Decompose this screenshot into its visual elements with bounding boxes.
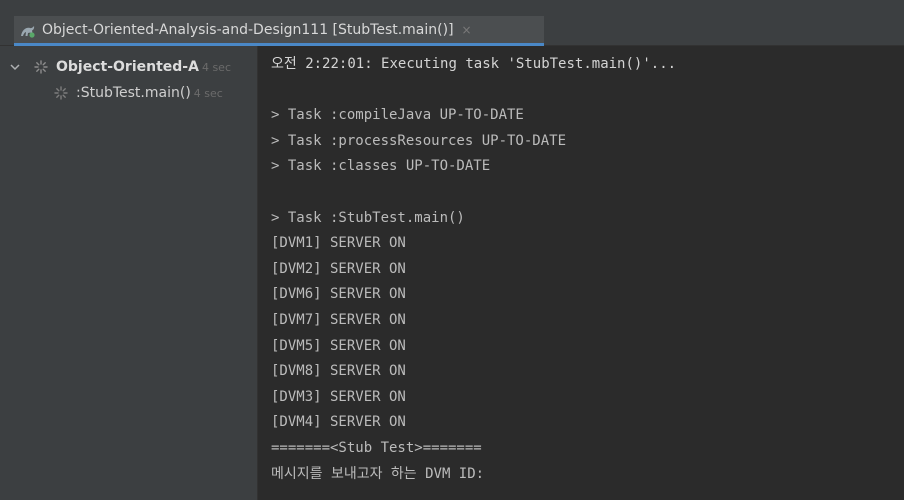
tree-item-root-duration: 4 sec — [201, 60, 231, 74]
run-tool-window-header: Object-Oriented-Analysis-and-Design111 [… — [0, 0, 904, 46]
console-line: [DVM3] SERVER ON — [271, 388, 406, 405]
console-line: > Task :compileJava UP-TO-DATE — [271, 107, 524, 124]
console-line: [DVM1] SERVER ON — [271, 235, 406, 252]
console-line: > Task :StubTest.main() — [271, 209, 465, 226]
console-line: [DVM4] SERVER ON — [271, 414, 406, 431]
chevron-down-icon[interactable] — [8, 60, 22, 74]
console-line: 오전 2:22:01: Executing task 'StubTest.mai… — [271, 56, 677, 72]
console-line: [DVM8] SERVER ON — [271, 363, 406, 380]
console-line: =======<Stub Test>======= — [271, 439, 482, 456]
console-output[interactable]: 오전 2:22:01: Executing task 'StubTest.mai… — [259, 46, 904, 500]
spinner-icon — [34, 60, 48, 74]
console-input-prompt[interactable]: 메시지를 보내고자 하는 DVM ID: — [271, 462, 904, 488]
console-line: > Task :processResources UP-TO-DATE — [271, 132, 567, 149]
console-line: [DVM2] SERVER ON — [271, 260, 406, 277]
console-line: [DVM6] SERVER ON — [271, 286, 406, 303]
tree-item-stubtest-duration: 4 sec — [193, 86, 223, 100]
run-tab[interactable]: Object-Oriented-Analysis-and-Design111 [… — [14, 16, 544, 46]
console-line: [DVM7] SERVER ON — [271, 311, 406, 328]
spinner-icon — [54, 86, 68, 100]
gradle-run-icon — [20, 23, 36, 38]
tree-item-stubtest[interactable]: :StubTest.main() 4 sec — [54, 82, 223, 104]
run-tab-title: Object-Oriented-Analysis-and-Design111 [… — [42, 21, 454, 38]
tree-item-root-label: Object-Oriented-A — [56, 59, 199, 75]
tree-item-root[interactable]: Object-Oriented-A 4 sec — [8, 56, 231, 78]
console-line: > Task :classes UP-TO-DATE — [271, 158, 491, 175]
close-icon[interactable]: × — [462, 23, 472, 37]
run-tree-panel: Object-Oriented-A 4 sec :StubTest.main()… — [0, 46, 258, 500]
console-line: [DVM5] SERVER ON — [271, 337, 406, 354]
tree-item-stubtest-label: :StubTest.main() — [76, 85, 191, 101]
